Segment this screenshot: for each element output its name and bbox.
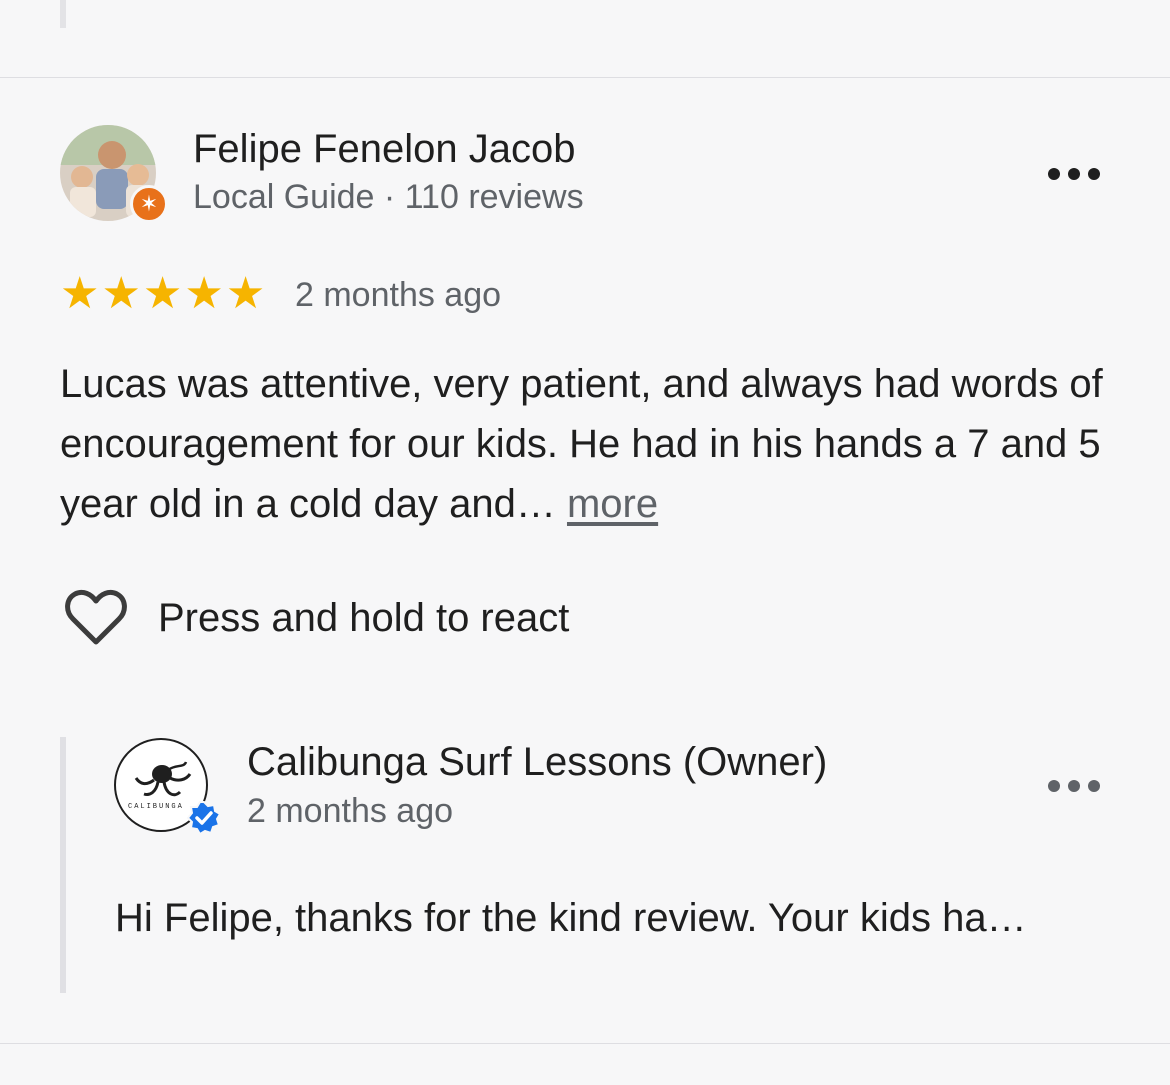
more-horizontal-icon-dot [1088, 168, 1100, 180]
react-button[interactable]: Press and hold to react [64, 588, 569, 648]
reviewer-meta: Local Guide · 110 reviews [193, 178, 584, 216]
star-icon: ★ [60, 269, 100, 318]
star-rating: ★ ★ ★ ★ ★ [60, 272, 265, 316]
react-label: Press and hold to react [158, 595, 570, 640]
owner-logo-text: CALIBUNGA [128, 803, 184, 811]
review-more-options-button[interactable] [1048, 164, 1100, 184]
owner-reply-date: 2 months ago [247, 792, 454, 830]
verified-check-icon [186, 801, 222, 836]
star-icon: ★ [142, 269, 183, 318]
more-horizontal-icon-dot [1048, 780, 1060, 792]
bottom-divider [0, 1043, 1170, 1044]
more-horizontal-icon-dot [1088, 780, 1100, 792]
star-icon: ★ [101, 269, 141, 318]
reply-more-options-button[interactable] [1048, 776, 1100, 796]
owner-reply-text[interactable]: Hi Felipe, thanks for the kind review. Y… [115, 896, 1027, 941]
more-link[interactable]: more [567, 482, 658, 526]
top-divider [0, 77, 1170, 78]
local-guide-star-icon: ✶ [130, 185, 168, 223]
more-horizontal-icon-dot [1048, 168, 1060, 180]
review-card: ✶ Felipe Fenelon Jacob Local Guide · 110… [0, 0, 1170, 1085]
reply-indent-bar [60, 737, 66, 993]
more-horizontal-icon-dot [1068, 168, 1080, 180]
star-icon: ★ [225, 269, 266, 318]
review-text: Lucas was attentive, very patient, and a… [60, 354, 1120, 534]
star-icon: ★ [184, 269, 224, 318]
review-date: 2 months ago [295, 276, 502, 314]
previous-reply-bar [60, 0, 66, 28]
reviewer-name[interactable]: Felipe Fenelon Jacob [193, 127, 575, 172]
owner-name: Calibunga Surf Lessons (Owner) [247, 740, 828, 784]
heart-outline-icon [65, 589, 127, 645]
more-horizontal-icon-dot [1068, 780, 1080, 792]
